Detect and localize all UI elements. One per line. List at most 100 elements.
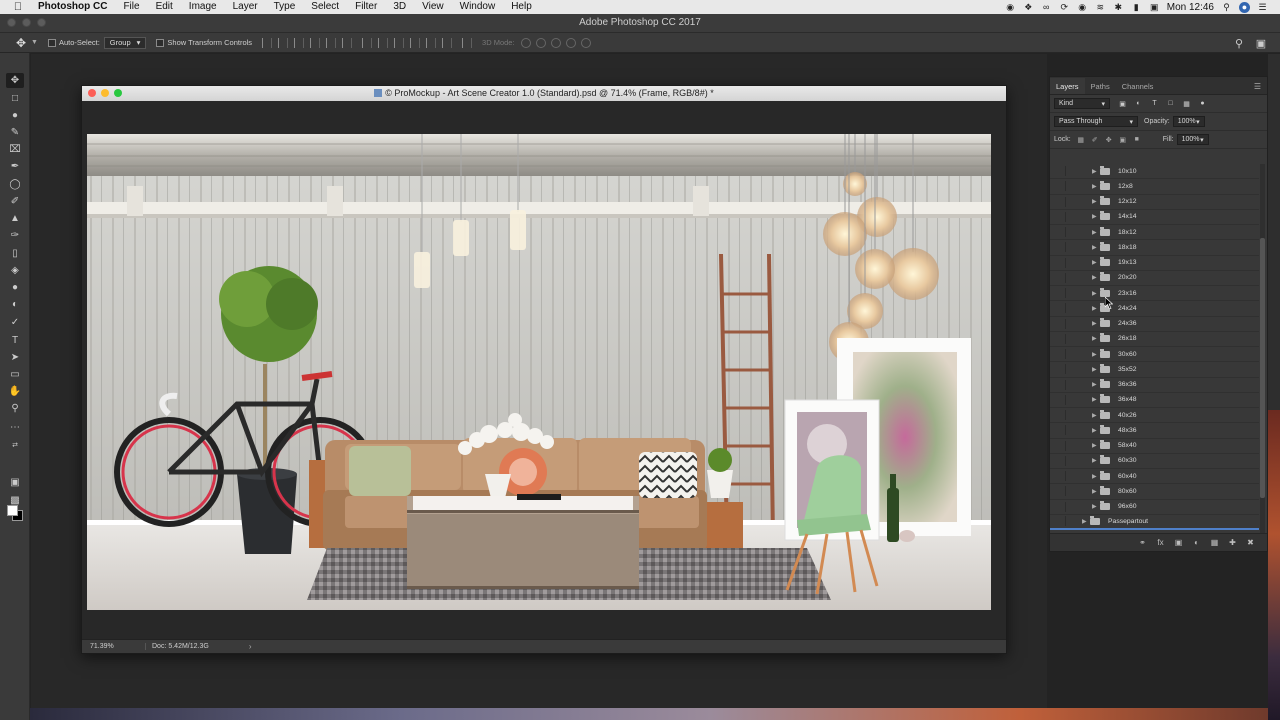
layer-row[interactable]: ▶ 58x40 xyxy=(1050,439,1259,454)
visibility-toggle[interactable] xyxy=(1054,410,1066,421)
auto-select-checkbox[interactable] xyxy=(47,38,56,47)
visibility-toggle[interactable] xyxy=(1054,394,1066,405)
lock-all-icon[interactable]: ■ xyxy=(1133,136,1141,144)
chevron-right-icon[interactable]: ▶ xyxy=(1092,351,1100,358)
type-tool-icon[interactable]: T xyxy=(6,333,24,348)
pen-tool-icon[interactable]: ✓ xyxy=(6,315,24,330)
menu-image[interactable]: Image xyxy=(181,0,225,14)
doc-minimize-button[interactable] xyxy=(101,89,109,97)
fill-input[interactable]: 100% ▾ xyxy=(1176,134,1209,145)
zoom-tool-icon[interactable]: ⚲ xyxy=(6,401,24,416)
visibility-toggle[interactable] xyxy=(1054,333,1066,344)
visibility-toggle[interactable] xyxy=(1054,501,1066,512)
visibility-toggle[interactable] xyxy=(1054,486,1066,497)
search-icon[interactable]: ⚲ xyxy=(1221,2,1232,13)
filter-toggle-icon[interactable]: ● xyxy=(1198,99,1207,108)
rectangle-tool-icon[interactable]: ▭ xyxy=(6,367,24,382)
visibility-toggle[interactable] xyxy=(1054,471,1066,482)
align-vcenter-icon[interactable] xyxy=(278,37,289,48)
eyedropper-tool-icon[interactable]: ✒ xyxy=(6,159,24,174)
screen-mode-icon[interactable]: ▩ xyxy=(6,493,24,508)
list-icon[interactable]: ☰ xyxy=(1257,2,1268,13)
smart-object-filter-icon[interactable]: ▦ xyxy=(1182,99,1191,108)
swap-colors-icon[interactable]: ⇄ xyxy=(6,437,24,452)
align-top-icon[interactable] xyxy=(262,37,273,48)
new-layer-icon[interactable]: ✚ xyxy=(1228,538,1237,547)
chevron-right-icon[interactable]: ▶ xyxy=(1092,305,1100,312)
3d-slide-icon[interactable] xyxy=(565,37,576,48)
layer-row[interactable]: ▶ 18x12 xyxy=(1050,225,1259,241)
auto-align-icon[interactable] xyxy=(462,37,473,48)
menu-select[interactable]: Select xyxy=(303,0,347,14)
layer-row[interactable]: ▶ 30x60 xyxy=(1050,347,1259,363)
volume-icon[interactable]: ◉ xyxy=(1077,2,1088,13)
3d-scale-icon[interactable] xyxy=(580,37,591,48)
chevron-right-icon[interactable]: ▶ xyxy=(1092,335,1100,342)
crop-tool-icon[interactable]: ⌧ xyxy=(6,142,24,157)
fx-icon[interactable]: fx xyxy=(1156,538,1165,547)
layer-row[interactable]: ▶ 14x14 xyxy=(1050,210,1259,225)
display-icon[interactable]: ▣ xyxy=(1149,2,1160,13)
visibility-toggle[interactable] xyxy=(1054,288,1066,299)
menu-file[interactable]: File xyxy=(115,0,147,14)
distribute-hcenter-icon[interactable] xyxy=(426,37,437,48)
tab-channels[interactable]: Channels xyxy=(1116,78,1160,94)
sync-icon[interactable]: ⟳ xyxy=(1059,2,1070,13)
path-select-tool-icon[interactable]: ➤ xyxy=(6,350,24,365)
tab-layers[interactable]: Layers xyxy=(1050,78,1085,94)
type-filter-icon[interactable]: T xyxy=(1150,99,1159,108)
stamp-tool-icon[interactable]: ▲ xyxy=(6,211,24,226)
chevron-right-icon[interactable]: ▶ xyxy=(1092,381,1100,388)
chevron-right-icon[interactable]: ▶ xyxy=(1092,320,1100,327)
layer-row[interactable]: ▶ 35x52 xyxy=(1050,362,1259,378)
eraser-tool-icon[interactable]: ▯ xyxy=(6,246,24,261)
chevron-right-icon[interactable]: ▶ xyxy=(1092,457,1100,464)
hand-tool-icon[interactable]: ✋ xyxy=(6,384,24,399)
layer-row[interactable]: ▶ 19x13 xyxy=(1050,256,1259,271)
trash-icon[interactable]: ✖ xyxy=(1246,538,1255,547)
menu-help[interactable]: Help xyxy=(503,0,540,14)
visibility-toggle[interactable] xyxy=(1054,318,1066,329)
canvas-image[interactable] xyxy=(87,134,991,610)
workspace-icon[interactable]: ▣ xyxy=(1254,36,1268,50)
opacity-input[interactable]: 100% ▾ xyxy=(1172,116,1205,127)
visibility-toggle[interactable] xyxy=(1054,242,1066,253)
align-left-icon[interactable] xyxy=(310,37,321,48)
blur-tool-icon[interactable]: ● xyxy=(6,280,24,295)
3d-rotate-icon[interactable] xyxy=(520,37,531,48)
visibility-toggle[interactable] xyxy=(1054,166,1066,177)
layer-row[interactable]: ▶ 96x60 xyxy=(1050,500,1259,515)
auto-select-dropdown[interactable]: Group ▾ xyxy=(103,36,147,49)
chevron-right-icon[interactable]: ▶ xyxy=(1092,259,1100,266)
layer-row[interactable]: ▶ 26x18 xyxy=(1050,332,1259,347)
blend-mode-dropdown[interactable]: Pass Through ▾ xyxy=(1054,116,1138,127)
add-mask-icon[interactable]: ▣ xyxy=(1174,538,1183,547)
doc-zoom-button[interactable] xyxy=(114,89,122,97)
move-tool-icon[interactable]: ✥ xyxy=(14,36,28,50)
visibility-toggle[interactable] xyxy=(1054,455,1066,466)
align-right-icon[interactable] xyxy=(342,37,353,48)
new-group-icon[interactable]: ▦ xyxy=(1210,538,1219,547)
align-bottom-icon[interactable] xyxy=(294,37,305,48)
visibility-toggle[interactable] xyxy=(1054,227,1066,238)
healing-tool-icon[interactable]: ◯ xyxy=(6,177,24,192)
user-avatar-icon[interactable]: ● xyxy=(1239,1,1250,13)
visibility-toggle[interactable] xyxy=(1054,181,1066,192)
more-tools-icon[interactable]: ⋯ xyxy=(6,420,24,435)
visibility-toggle[interactable] xyxy=(1054,516,1066,527)
layer-row[interactable]: ▶ 12x12 xyxy=(1050,195,1259,210)
quick-select-tool-icon[interactable]: ✎ xyxy=(6,125,24,140)
marquee-tool-icon[interactable]: □ xyxy=(6,91,24,106)
layer-row[interactable]: ▶ 48x36 xyxy=(1050,423,1259,439)
shape-filter-icon[interactable]: □ xyxy=(1166,99,1175,108)
chevron-right-icon[interactable]: ▶ xyxy=(1092,473,1100,480)
3d-drag-icon[interactable] xyxy=(550,37,561,48)
visibility-toggle[interactable] xyxy=(1054,196,1066,207)
3d-roll-icon[interactable] xyxy=(535,37,546,48)
pixel-filter-icon[interactable]: ▣ xyxy=(1118,99,1127,108)
chevron-right-icon[interactable]: ▶ xyxy=(1092,213,1100,220)
chevron-down-icon[interactable]: ▼ xyxy=(31,39,38,46)
chevron-right-icon[interactable]: ▶ xyxy=(1092,168,1100,175)
doc-close-button[interactable] xyxy=(88,89,96,97)
layer-row[interactable]: ▶ 12x8 xyxy=(1050,179,1259,195)
